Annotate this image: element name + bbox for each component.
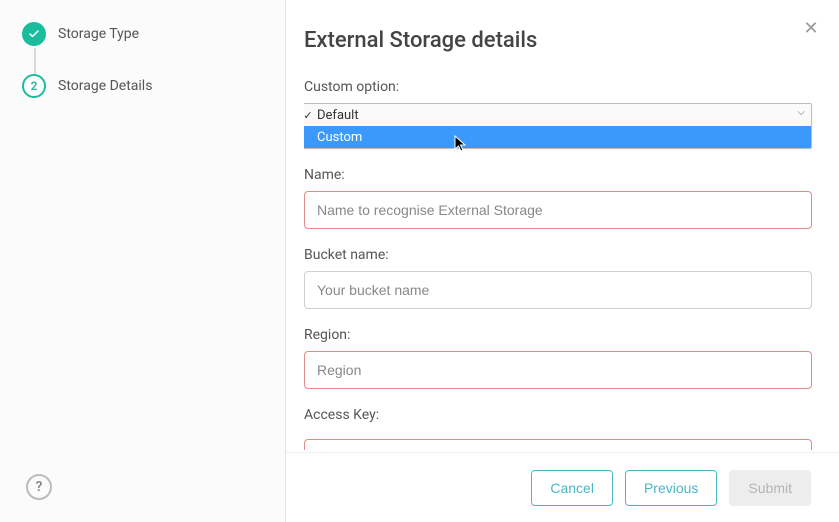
previous-button[interactable]: Previous [625, 470, 717, 506]
option-custom[interactable]: Custom [304, 126, 811, 148]
cancel-button[interactable]: Cancel [531, 470, 613, 506]
region-group: Region: [304, 327, 815, 389]
wizard-step-storage-details[interactable]: 2 Storage Details [22, 74, 263, 98]
option-label: Default [317, 108, 359, 123]
bucket-group: Bucket name: [304, 247, 815, 309]
custom-option-select[interactable]: ✓ Default ⌵ Custom [304, 103, 812, 149]
check-icon: ✓ [304, 109, 315, 122]
step-label: Storage Details [58, 78, 152, 94]
chevron-down-icon: ⌵ [797, 107, 805, 118]
accesskey-group: Access Key: [304, 407, 815, 450]
option-label: Custom [317, 130, 362, 145]
custom-option-label: Custom option: [304, 79, 815, 95]
wizard-sidebar: Storage Type 2 Storage Details ? [0, 0, 286, 522]
wizard-step-storage-type[interactable]: Storage Type [22, 22, 263, 46]
page-title: External Storage details [304, 28, 815, 53]
region-label: Region: [304, 327, 815, 343]
name-label: Name: [304, 167, 815, 183]
name-group: Name: [304, 167, 815, 229]
submit-button[interactable]: Submit [729, 470, 811, 506]
accesskey-input[interactable] [304, 439, 812, 450]
name-input[interactable] [304, 191, 812, 229]
region-input[interactable] [304, 351, 812, 389]
main-panel: ✕ External Storage details Custom option… [286, 0, 839, 450]
option-default[interactable]: ✓ Default ⌵ [304, 104, 811, 126]
wizard-footer: Cancel Previous Submit [286, 452, 839, 522]
accesskey-label: Access Key: [304, 407, 815, 423]
bucket-input[interactable] [304, 271, 812, 309]
help-icon[interactable]: ? [26, 474, 52, 500]
step-number-icon: 2 [22, 74, 46, 98]
check-icon [22, 22, 46, 46]
custom-option-group: Custom option: ✓ Default ⌵ Custom [304, 79, 815, 149]
step-connector [34, 48, 36, 76]
bucket-label: Bucket name: [304, 247, 815, 263]
close-icon[interactable]: ✕ [801, 18, 821, 38]
step-label: Storage Type [58, 26, 139, 42]
